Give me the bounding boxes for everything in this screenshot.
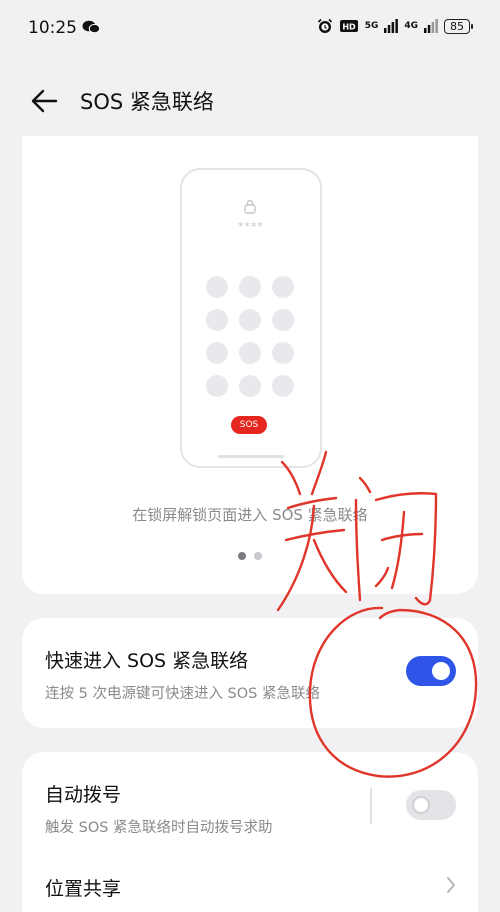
page-dot-active[interactable]: [238, 552, 246, 560]
svg-text:HD: HD: [342, 23, 356, 32]
network-5g: 5G: [364, 21, 379, 31]
keypad: [206, 276, 294, 397]
header: SOS 紧急联络: [0, 74, 500, 128]
quick-entry-subtitle: 连按 5 次电源键可快速进入 SOS 紧急联络: [45, 686, 320, 702]
sos-badge: SOS: [231, 416, 267, 434]
auto-dial-card: 自动拨号 触发 SOS 紧急联络时自动拨号求助 位置共享: [22, 752, 478, 912]
keypad-key: [239, 309, 261, 331]
home-indicator: [218, 455, 284, 458]
keypad-key: [272, 375, 294, 397]
arrow-left-icon[interactable]: [30, 88, 58, 114]
page-dot[interactable]: [254, 552, 262, 560]
keypad-key: [239, 375, 261, 397]
keypad-key: [206, 309, 228, 331]
page-indicator: [22, 552, 478, 560]
keypad-key: [206, 375, 228, 397]
page-title: SOS 紧急联络: [80, 90, 214, 114]
phone-illustration: **** SOS: [180, 168, 322, 468]
status-icons: HD 5G 4G 85: [317, 18, 473, 34]
network-4g: 4G: [404, 21, 418, 31]
hd-icon: HD: [339, 20, 358, 32]
auto-dial-subtitle: 触发 SOS 紧急联络时自动拨号求助: [45, 820, 273, 836]
keypad-key: [272, 342, 294, 364]
keypad-key: [272, 276, 294, 298]
signal-icon: [384, 19, 399, 33]
keypad-key: [206, 342, 228, 364]
keypad-key: [239, 276, 261, 298]
toggle-knob: [412, 796, 430, 814]
status-bar: 10:25 HD 5G 4G 85: [0, 0, 500, 58]
quick-entry-title: 快速进入 SOS 紧急联络: [45, 650, 249, 672]
alarm-icon: [317, 18, 332, 33]
auto-dial-title[interactable]: 自动拨号: [45, 780, 121, 807]
signal-icon-2: [424, 19, 438, 33]
vertical-divider: [370, 788, 372, 824]
quick-entry-card[interactable]: 快速进入 SOS 紧急联络 连按 5 次电源键可快速进入 SOS 紧急联络: [22, 618, 478, 728]
auto-dial-toggle[interactable]: [406, 790, 456, 820]
quick-entry-toggle[interactable]: [406, 656, 456, 686]
status-time: 10:25: [28, 18, 77, 38]
hero-caption: 在锁屏解锁页面进入 SOS 紧急联络: [132, 506, 368, 524]
lock-icon: [244, 199, 256, 214]
wechat-icon: [82, 20, 100, 34]
toggle-knob: [432, 662, 450, 680]
keypad-key: [206, 276, 228, 298]
keypad-key: [272, 309, 294, 331]
keypad-key: [239, 342, 261, 364]
hero-card: **** SOS 在锁屏解锁页面进入 SOS 紧急联络: [22, 136, 478, 594]
pin-mask: ****: [238, 220, 264, 233]
location-share-title[interactable]: 位置共享: [45, 874, 121, 901]
battery-icon: 85: [444, 18, 473, 34]
chevron-right-icon[interactable]: [446, 876, 456, 894]
